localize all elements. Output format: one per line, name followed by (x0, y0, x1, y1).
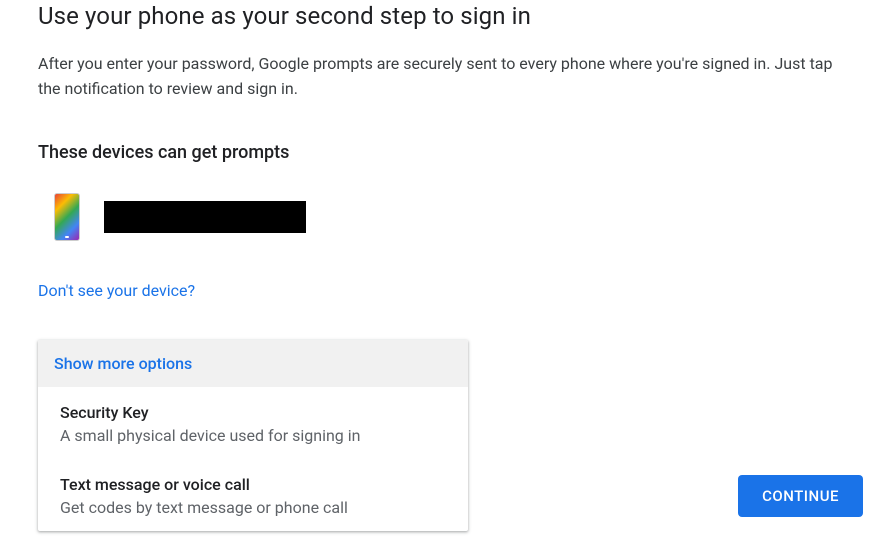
option-security-key[interactable]: Security Key A small physical device use… (38, 387, 468, 459)
continue-button[interactable]: CONTINUE (738, 475, 863, 517)
devices-heading: These devices can get prompts (38, 142, 839, 163)
show-more-options-toggle[interactable]: Show more options (38, 340, 468, 387)
more-options-card: Show more options Security Key A small p… (38, 340, 468, 531)
option-title: Text message or voice call (60, 475, 446, 494)
option-desc: A small physical device used for signing… (60, 426, 446, 445)
option-desc: Get codes by text message or phone call (60, 498, 446, 517)
device-row (38, 193, 839, 241)
page-description: After you enter your password, Google pr… (38, 52, 839, 102)
page-title: Use your phone as your second step to si… (38, 2, 839, 30)
option-text-voice[interactable]: Text message or voice call Get codes by … (38, 459, 468, 531)
phone-icon (54, 193, 80, 241)
option-title: Security Key (60, 403, 446, 422)
device-name (104, 201, 306, 233)
dont-see-device-link[interactable]: Don't see your device? (38, 281, 195, 300)
